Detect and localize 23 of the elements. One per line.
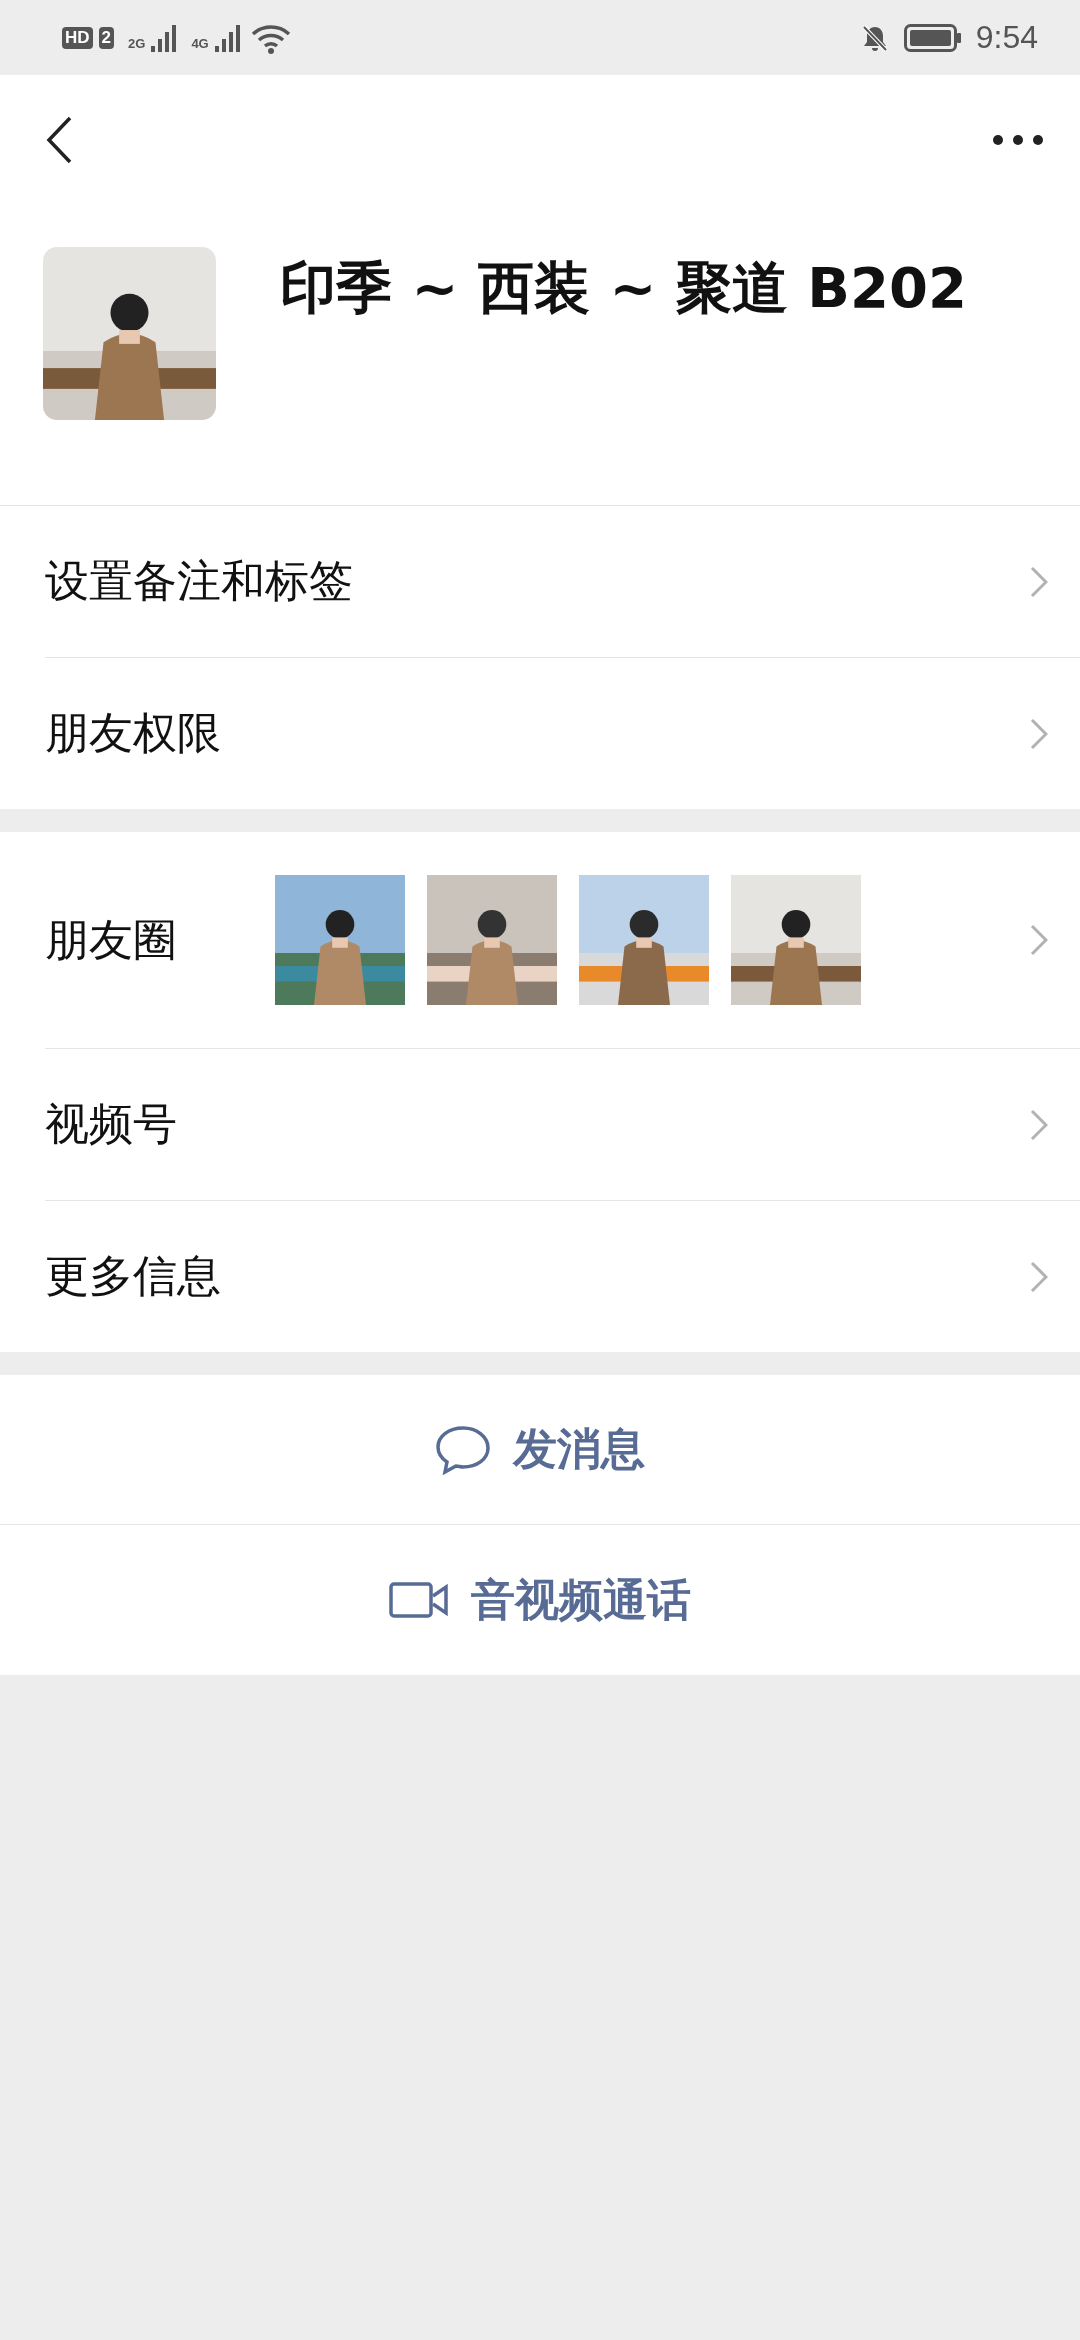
row-label: 设置备注和标签	[45, 554, 353, 608]
chevron-right-icon	[1030, 1108, 1048, 1141]
signal-icon	[151, 23, 178, 52]
sim-badge: HD	[62, 26, 93, 49]
chevron-right-icon	[1030, 717, 1048, 750]
row-label: 朋友圈	[45, 912, 178, 967]
row-label: 更多信息	[45, 1249, 222, 1303]
row-label: 朋友权限	[45, 706, 222, 760]
more-icon	[992, 134, 1044, 146]
chat-bubble-icon	[435, 1424, 491, 1475]
network-type: 4G	[191, 35, 209, 51]
chevron-right-icon	[1030, 565, 1048, 598]
chevron-right-icon	[1030, 1260, 1048, 1293]
row-label: 视频号	[45, 1097, 178, 1151]
signal-icon	[214, 23, 241, 52]
video-camera-icon	[389, 1582, 449, 1618]
clock-time: 9:54	[975, 19, 1038, 56]
chevron-right-icon	[1030, 924, 1048, 956]
network-type: 2G	[128, 35, 146, 51]
back-icon	[44, 115, 74, 165]
sim-badge: 2	[98, 26, 115, 49]
contact-name: 印季 ~ 西装 ~ 聚道 B202	[280, 254, 967, 322]
battery-icon	[903, 22, 962, 53]
